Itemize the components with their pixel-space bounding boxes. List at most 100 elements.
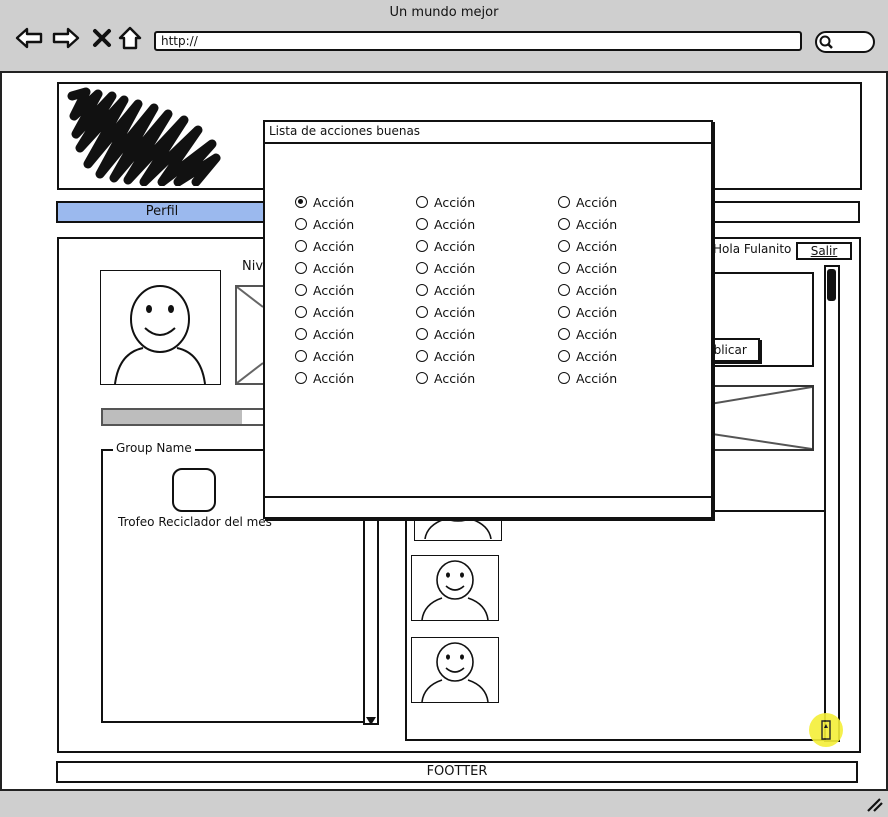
url-bar[interactable]: http:// [154,31,802,51]
action-radio-option[interactable]: Acción [416,215,475,233]
radio-button[interactable] [295,262,307,274]
action-radio-option[interactable]: Acción [295,347,354,365]
window-title: Un mundo mejor [389,5,499,20]
action-radio-option[interactable]: Acción [416,325,475,343]
group-scrollbar[interactable] [363,518,379,725]
radio-button[interactable] [295,284,307,296]
radio-button[interactable] [558,306,570,318]
resize-grip-icon[interactable] [864,795,884,813]
action-radio-option[interactable]: Acción [295,369,354,387]
radio-button[interactable] [416,218,428,230]
radio-button[interactable] [416,196,428,208]
radio-label: Acción [434,282,476,298]
radio-button[interactable] [558,350,570,362]
radio-label: Acción [576,216,618,232]
action-radio-option[interactable]: Acción [558,259,617,277]
action-radio-option[interactable]: Acción [558,193,617,211]
logout-button[interactable]: Salir [796,242,852,260]
scroll-down-icon[interactable] [366,714,376,725]
group-title: Group Name [113,441,195,455]
radio-label: Acción [434,304,476,320]
radio-label: Acción [313,370,355,386]
user-greeting: Hola Fulanito [713,242,792,256]
action-radio-option[interactable]: Acción [558,215,617,233]
feed-scrollbar[interactable] [824,265,840,742]
radio-button[interactable] [295,328,307,340]
radio-label: Acción [434,326,476,342]
action-radio-option[interactable]: Acción [558,303,617,321]
radio-button[interactable] [416,350,428,362]
radio-button[interactable] [416,240,428,252]
radio-button[interactable] [558,262,570,274]
radio-button[interactable] [558,218,570,230]
modal-title: Lista de acciones buenas [269,124,421,138]
radio-button[interactable] [295,350,307,362]
action-radio-option[interactable]: Acción [416,281,475,299]
radio-label: Acción [313,282,355,298]
action-radio-option[interactable]: Acción [558,347,617,365]
radio-label: Acción [313,326,355,342]
radio-button[interactable] [295,196,307,208]
action-radio-option[interactable]: Acción [295,215,354,233]
radio-label: Acción [313,216,355,232]
trophy-icon [172,468,216,512]
action-radio-option[interactable]: Acción [416,259,475,277]
search-icon[interactable] [818,34,834,50]
action-radio-option[interactable]: Acción [558,325,617,343]
radio-button[interactable] [295,218,307,230]
radio-button[interactable] [558,284,570,296]
image-placeholder [235,285,265,385]
radio-button[interactable] [416,284,428,296]
action-radio-option[interactable]: Acción [295,193,354,211]
avatar [100,270,221,385]
page-footer: FOOTTER [56,761,858,783]
action-radio-option[interactable]: Acción [416,369,475,387]
tab-perfil[interactable]: Perfil [56,201,268,223]
radio-button[interactable] [295,372,307,384]
progress-bar-fill [103,410,242,424]
home-icon[interactable] [116,24,144,52]
radio-button[interactable] [416,372,428,384]
action-radio-option[interactable]: Acción [558,281,617,299]
action-radio-option[interactable]: Acción [416,347,475,365]
radio-button[interactable] [416,262,428,274]
radio-label: Acción [434,348,476,364]
action-radio-option[interactable]: Acción [416,237,475,255]
close-icon[interactable] [88,24,116,52]
trophy-label: Trofeo Reciclador del mes [118,515,272,529]
action-radio-option[interactable]: Acción [295,281,354,299]
action-radio-option[interactable]: Acción [295,237,354,255]
action-radio-option[interactable]: Acción [295,259,354,277]
radio-button[interactable] [558,196,570,208]
arrow-left-icon[interactable] [15,24,43,52]
arrow-right-icon[interactable] [52,24,80,52]
feed-avatar [411,555,499,621]
radio-button[interactable] [558,328,570,340]
browser-status-bar [0,789,888,817]
action-radio-option[interactable]: Acción [295,325,354,343]
radio-label: Acción [576,282,618,298]
feed-avatar [411,637,499,703]
modal-footer [265,496,711,499]
action-radio-option[interactable]: Acción [416,303,475,321]
radio-label: Acción [576,370,618,386]
radio-label: Acción [576,194,618,210]
radio-button[interactable] [558,372,570,384]
action-radio-option[interactable]: Acción [295,303,354,321]
radio-label: Acción [434,216,476,232]
action-radio-option[interactable]: Acción [558,369,617,387]
radio-label: Acción [576,304,618,320]
radio-label: Acción [576,326,618,342]
radio-label: Acción [576,348,618,364]
radio-button[interactable] [295,240,307,252]
action-radio-option[interactable]: Acción [416,193,475,211]
feed-panel [405,510,839,741]
radio-button[interactable] [416,328,428,340]
radio-label: Acción [576,238,618,254]
radio-button[interactable] [416,306,428,318]
radio-button[interactable] [295,306,307,318]
radio-label: Acción [313,348,355,364]
radio-button[interactable] [558,240,570,252]
scroll-thumb[interactable] [827,269,836,301]
action-radio-option[interactable]: Acción [558,237,617,255]
